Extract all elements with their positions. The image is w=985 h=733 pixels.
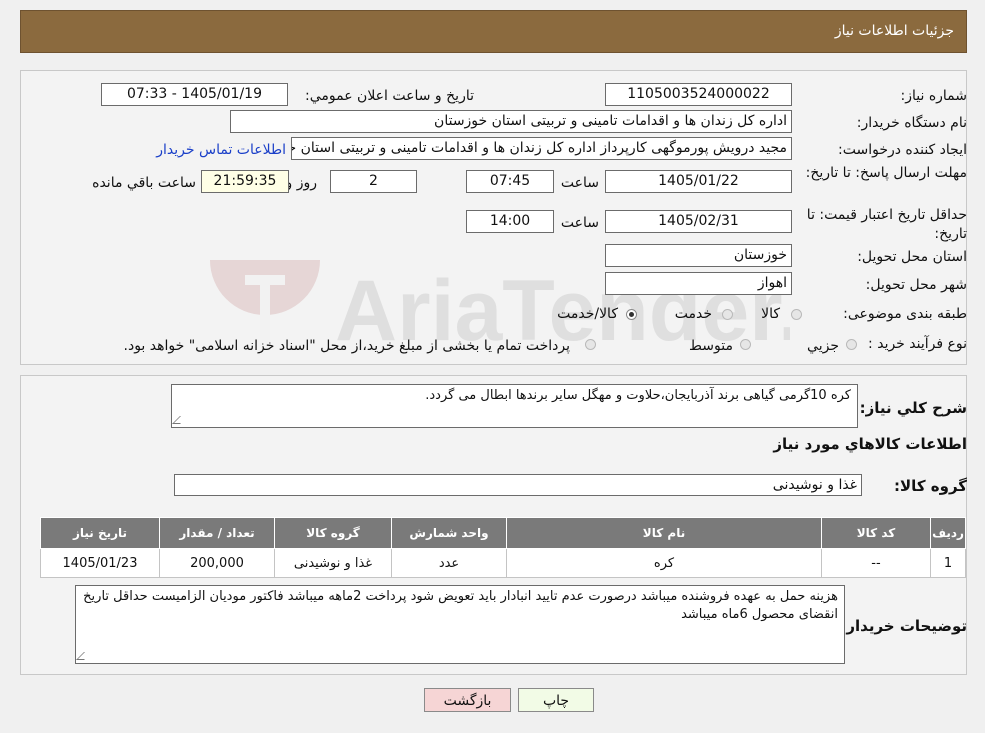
reply-date-field: 1405/01/22 xyxy=(605,170,792,193)
process-radio-treasury[interactable] xyxy=(585,339,596,350)
process-option-minor: جزيي xyxy=(807,338,839,354)
resize-grip-icon[interactable] xyxy=(76,652,92,660)
page-header: جزئيات اطلاعات نياز xyxy=(20,10,967,53)
process-treasury-note: پرداخت تمام يا بخشی از مبلغ خريد،از محل … xyxy=(123,338,570,354)
resize-grip-icon[interactable] xyxy=(172,416,188,424)
description-text: کره 10گرمی گیاهی برند آذربایجان،حلاوت و … xyxy=(425,388,851,403)
category-option-goods: کالا xyxy=(761,306,780,322)
price-validity-time-field: 14:00 xyxy=(466,210,554,233)
col-unit: واحد شمارش xyxy=(391,517,507,549)
price-validity-date-field: 1405/02/31 xyxy=(605,210,792,233)
buyer-notes-textarea[interactable]: هزینه حمل به عهده فروشنده میباشد درصورت … xyxy=(75,585,845,664)
creator-field: مجید درویش پورموگهی کارپرداز اداره کل زن… xyxy=(291,137,792,160)
col-quantity: تعداد / مقدار xyxy=(159,517,275,549)
category-label: طبقه بندی موضوعی: xyxy=(843,306,967,322)
cell-code: -- xyxy=(821,548,931,578)
goods-table: رديف كد كالا نام كالا واحد شمارش گروه كا… xyxy=(40,517,966,578)
reply-time-field: 07:45 xyxy=(466,170,554,193)
process-radio-medium[interactable] xyxy=(740,339,751,350)
price-time-label: ساعت xyxy=(560,215,599,231)
announce-datetime-field: 1405/01/19 - 07:33 xyxy=(101,83,288,106)
col-code: كد كالا xyxy=(821,517,931,549)
goods-table-header: رديف كد كالا نام كالا واحد شمارش گروه كا… xyxy=(40,517,966,549)
buyer-org-label: نام دستگاه خريدار: xyxy=(856,115,967,131)
category-option-service: خدمت xyxy=(674,306,712,322)
days-remaining-field: 2 xyxy=(330,170,417,193)
cell-unit: عدد xyxy=(391,548,507,578)
col-need-date: تاريخ نياز xyxy=(40,517,160,549)
process-option-medium: متوسط xyxy=(689,338,733,354)
col-name: نام كالا xyxy=(506,517,822,549)
time-remaining-field: 21:59:35 xyxy=(201,170,289,193)
goods-group-label: گروه كالا: xyxy=(894,477,967,495)
table-row: 1 -- کره عدد غذا و نوشیدنی 200,000 1405/… xyxy=(40,548,966,578)
province-label: استان محل تحويل: xyxy=(857,249,967,265)
goods-group-field: غذا و نوشیدنی xyxy=(174,474,862,496)
buyer-notes-label: توضيحات خريدار: xyxy=(840,617,967,635)
process-type-label: نوع فرآيند خريد : xyxy=(868,336,967,352)
col-group: گروه كالا xyxy=(274,517,392,549)
city-label: شهر محل تحويل: xyxy=(865,277,967,293)
city-field: اهواز xyxy=(605,272,792,295)
print-button[interactable]: چاپ xyxy=(518,688,594,712)
buyer-notes-text: هزینه حمل به عهده فروشنده میباشد درصورت … xyxy=(83,589,838,622)
cell-need-date: 1405/01/23 xyxy=(40,548,160,578)
buyer-contact-link[interactable]: اطلاعات تماس خريدار xyxy=(156,140,286,160)
description-textarea[interactable]: کره 10گرمی گیاهی برند آذربایجان،حلاوت و … xyxy=(171,384,858,428)
goods-info-title: اطلاعات كالاهاي مورد نياز xyxy=(773,435,967,453)
cell-name: کره xyxy=(506,548,822,578)
time-remaining-label: ساعت باقي مانده xyxy=(92,175,196,191)
back-button[interactable]: بازگشت xyxy=(424,688,511,712)
col-row: رديف xyxy=(930,517,966,549)
need-number-field: 1105003524000022 xyxy=(605,83,792,106)
buyer-org-field: اداره کل زندان ها و اقدامات تامینی و ترب… xyxy=(230,110,792,133)
cell-group: غذا و نوشیدنی xyxy=(274,548,392,578)
announce-datetime-label: تاريخ و ساعت اعلان عمومي: xyxy=(305,88,474,104)
reply-time-label: ساعت xyxy=(560,175,599,191)
creator-label: ايجاد کننده درخواست: xyxy=(838,142,967,158)
days-label: روز و xyxy=(285,175,318,191)
category-radio-goods[interactable] xyxy=(791,309,802,320)
category-radio-goods-service[interactable] xyxy=(626,309,637,320)
province-field: خوزستان xyxy=(605,244,792,267)
cell-row: 1 xyxy=(930,548,966,578)
category-option-goods-service: کالا/خدمت xyxy=(557,306,618,322)
need-number-label: شماره نياز: xyxy=(900,88,968,104)
price-validity-label: حداقل تاريخ اعتبار قيمت: تا تاريخ: xyxy=(806,207,967,242)
process-radio-minor[interactable] xyxy=(846,339,857,350)
reply-deadline-label: مهلت ارسال پاسخ: تا تاريخ: xyxy=(805,165,967,181)
description-label: شرح كلي نياز: xyxy=(859,399,967,417)
category-radio-service[interactable] xyxy=(722,309,733,320)
cell-quantity: 200,000 xyxy=(159,548,275,578)
